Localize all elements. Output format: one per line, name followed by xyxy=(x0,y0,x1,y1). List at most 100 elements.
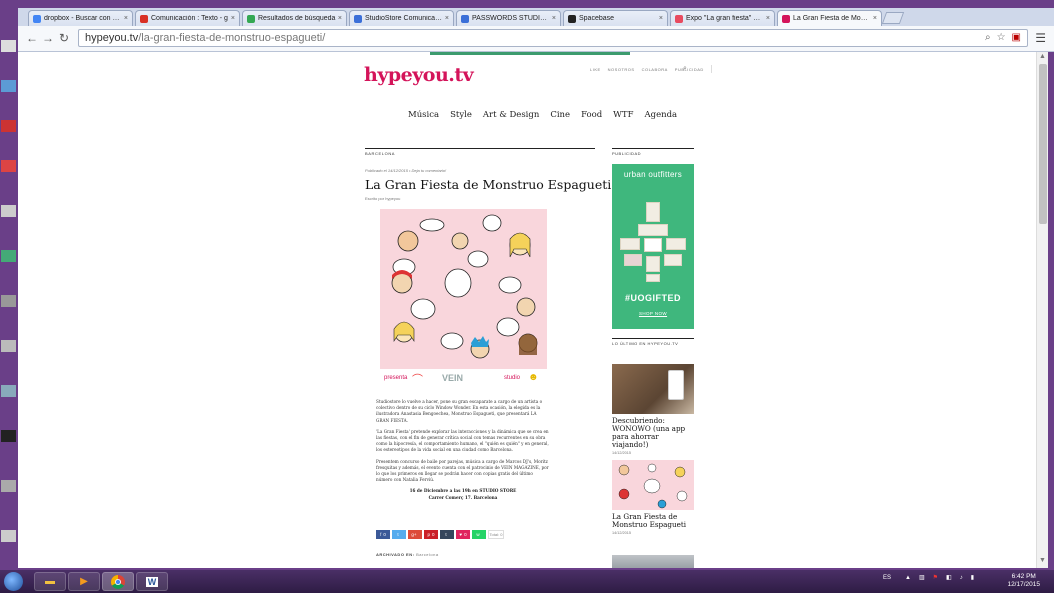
ad-gift-item xyxy=(666,238,686,250)
tab-label: Expo "La gran fiesta" de M xyxy=(686,15,764,22)
post-thumbnail[interactable] xyxy=(612,364,694,414)
nav-food[interactable]: Food xyxy=(581,110,602,120)
tab-close-icon[interactable]: × xyxy=(552,15,556,22)
tab-close-icon[interactable]: × xyxy=(124,15,128,22)
tab-close-icon[interactable]: × xyxy=(445,15,449,22)
desktop-icon[interactable] xyxy=(1,340,16,352)
tab-label: Resultados de búsqueda xyxy=(258,15,336,22)
desktop-icon[interactable] xyxy=(1,80,16,92)
address-bar[interactable]: hypeyou.tv/la-gran-fiesta-de-monstruo-es… xyxy=(78,29,1028,47)
share-button[interactable]: g+ xyxy=(408,530,422,539)
ad-gift-item xyxy=(620,238,640,250)
divider xyxy=(365,148,595,149)
browser-tab[interactable]: La Gran Fiesta de Monstru × xyxy=(777,10,882,26)
word-taskbar-icon[interactable]: W xyxy=(136,572,168,591)
search-icon[interactable]: ⌕ xyxy=(985,32,991,43)
latest-post-item[interactable]: Descubriendo: WONOWO (una app para ahorr… xyxy=(612,364,694,455)
post-title[interactable]: La Gran Fiesta de Monstruo Espagueti xyxy=(612,513,694,529)
browser-tab[interactable]: StudioStore Comunicació × xyxy=(349,10,454,26)
chrome-taskbar-icon[interactable] xyxy=(102,572,134,591)
article-category[interactable]: BARCELONA xyxy=(365,151,595,156)
share-button[interactable]: t xyxy=(440,530,454,539)
scroll-up-icon[interactable]: ▲ xyxy=(1039,53,1046,60)
browser-tab[interactable]: Spacebase × xyxy=(563,10,668,26)
topnav-like[interactable]: LIKE xyxy=(590,67,601,73)
post-thumbnail[interactable] xyxy=(612,460,694,510)
topnav-colabora[interactable]: COLABORA xyxy=(642,67,668,73)
flag-icon[interactable]: ⚑ xyxy=(933,574,938,581)
nav-agenda[interactable]: Agenda xyxy=(644,110,677,120)
site-logo[interactable]: hypeyou.tv xyxy=(364,64,474,86)
network-icon[interactable]: ▥ xyxy=(919,574,925,581)
share-button[interactable]: t xyxy=(392,530,406,539)
browser-tab[interactable]: dropbox - Buscar con Goo × xyxy=(28,10,133,26)
topnav-nosotros[interactable]: NOSOTROS xyxy=(608,67,635,73)
article-header: BARCELONA Publicado el 14/12/2015 • Deja… xyxy=(365,148,612,201)
desktop-icon[interactable] xyxy=(1,385,16,397)
desktop-icon[interactable] xyxy=(1,120,16,132)
post-thumbnail[interactable] xyxy=(612,555,694,568)
article-paragraph: 'La Gran Fiesta' pretende explorar las i… xyxy=(376,428,549,453)
language-indicator[interactable]: ES xyxy=(883,575,891,581)
nav-wtf[interactable]: WTF xyxy=(613,110,633,120)
scroll-thumb[interactable] xyxy=(1039,64,1047,224)
post-title[interactable]: Descubriendo: WONOWO (una app para ahorr… xyxy=(612,417,694,449)
page-scrollbar[interactable]: ▲ ▼ xyxy=(1036,52,1048,568)
show-hidden-icons-icon[interactable]: ▲ xyxy=(905,575,911,581)
share-buttons: f 0 t g+ p 0 t ♥ 0 w Total: 0 xyxy=(376,530,504,539)
forward-icon[interactable]: → xyxy=(42,31,54,45)
share-button[interactable]: f0 xyxy=(376,530,390,539)
file-explorer-icon[interactable]: ▬ xyxy=(34,572,66,591)
nav-musica[interactable]: Música xyxy=(408,110,439,120)
windows-taskbar: ▬ ▶ W ES ▲ ▥ ⚑ ◧ ♪ ▮ 6:42 PM 12/17/2015 xyxy=(0,570,1054,593)
tab-close-icon[interactable]: × xyxy=(659,15,663,22)
desktop-icon[interactable] xyxy=(1,40,16,52)
scroll-down-icon[interactable]: ▼ xyxy=(1039,557,1046,564)
strip-studio: studio xyxy=(504,375,521,381)
latest-post-item[interactable]: La Gran Fiesta de Monstruo Espagueti 14/… xyxy=(612,460,694,535)
search-icon[interactable]: ⌕ xyxy=(683,65,687,73)
nav-style[interactable]: Style xyxy=(450,110,472,120)
tab-close-icon[interactable]: × xyxy=(766,15,770,22)
bookmark-star-icon[interactable]: ☆ xyxy=(997,32,1006,43)
urban-outfitters-ad[interactable]: urban outfitters #UOGIFTED SHOP NOW xyxy=(612,164,694,329)
media-player-icon[interactable]: ▶ xyxy=(68,572,100,591)
latest-post-item[interactable] xyxy=(612,555,694,568)
signal-icon[interactable]: ▮ xyxy=(971,574,974,581)
nav-cine[interactable]: Cine xyxy=(550,110,570,120)
desktop-icon[interactable] xyxy=(1,250,16,262)
browser-tab[interactable]: Comunicación : Texto - g × xyxy=(135,10,240,26)
archived-category-link[interactable]: Barcelona xyxy=(416,552,439,557)
chrome-menu-icon[interactable]: ☰ xyxy=(1035,31,1046,45)
pdf-extension-icon[interactable]: ▣ xyxy=(1012,32,1021,43)
browser-tab[interactable]: Expo "La gran fiesta" de M × xyxy=(670,10,775,26)
nav-art-design[interactable]: Art & Design xyxy=(483,110,539,120)
smiley-icon: ☻ xyxy=(528,372,539,383)
tab-close-icon[interactable]: × xyxy=(338,15,342,22)
desktop-icon[interactable] xyxy=(1,530,16,542)
share-button[interactable]: w xyxy=(472,530,486,539)
share-button[interactable]: p0 xyxy=(424,530,438,539)
start-button[interactable] xyxy=(4,572,23,591)
new-tab-button[interactable] xyxy=(881,12,905,24)
ad-shop-now-link[interactable]: SHOP NOW xyxy=(612,311,694,316)
reload-icon[interactable]: ↻ xyxy=(59,31,69,45)
tab-close-icon[interactable]: × xyxy=(231,15,235,22)
desktop-icon[interactable] xyxy=(1,430,16,442)
tab-close-icon[interactable]: × xyxy=(873,15,877,22)
back-icon[interactable]: ← xyxy=(26,31,38,45)
desktop-icon[interactable] xyxy=(1,160,16,172)
main-nav: Música Style Art & Design Cine Food WTF … xyxy=(408,110,677,120)
browser-tab[interactable]: Resultados de búsqueda × xyxy=(242,10,347,26)
topnav-publicidad[interactable]: PUBLICIDAD xyxy=(675,67,704,73)
desktop-icon[interactable] xyxy=(1,295,16,307)
article-title: La Gran Fiesta de Monstruo Espagueti xyxy=(365,177,612,192)
share-button[interactable]: ♥ 0 xyxy=(456,530,470,539)
volume-icon[interactable]: ♪ xyxy=(960,575,963,581)
share-icon: g+ xyxy=(411,532,417,537)
desktop-icon[interactable] xyxy=(1,480,16,492)
system-clock[interactable]: 6:42 PM 12/17/2015 xyxy=(1007,573,1040,589)
security-icon[interactable]: ◧ xyxy=(946,574,952,581)
desktop-icon[interactable] xyxy=(1,205,16,217)
browser-tab[interactable]: PASSWORDS STUDIOSTO× xyxy=(456,10,561,26)
